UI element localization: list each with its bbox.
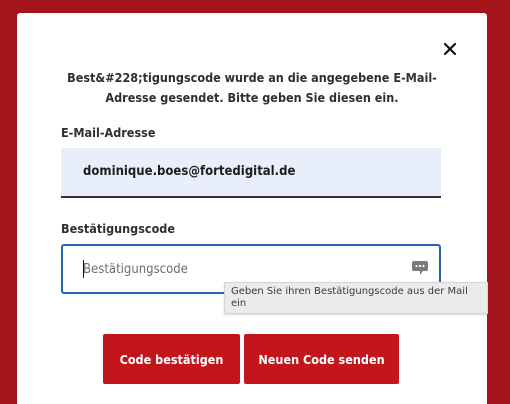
email-field[interactable]: dominique.boes@fortedigital.de bbox=[61, 148, 441, 198]
close-icon[interactable] bbox=[441, 40, 459, 58]
code-label: Bestätigungscode bbox=[61, 221, 175, 236]
text-caret bbox=[83, 260, 84, 278]
comment-icon[interactable] bbox=[411, 260, 429, 276]
info-message: Best&#228;tigungscode wurde an die angeg… bbox=[67, 70, 437, 105]
confirm-code-button[interactable]: Code bestätigen bbox=[103, 334, 240, 384]
resend-code-button[interactable]: Neuen Code senden bbox=[244, 334, 399, 384]
verification-dialog: Best&#228;tigungscode wurde an die angeg… bbox=[17, 13, 487, 404]
email-label: E-Mail-Adresse bbox=[61, 125, 156, 140]
code-tooltip: Geben Sie ihren Bestätigungscode aus der… bbox=[224, 282, 488, 314]
